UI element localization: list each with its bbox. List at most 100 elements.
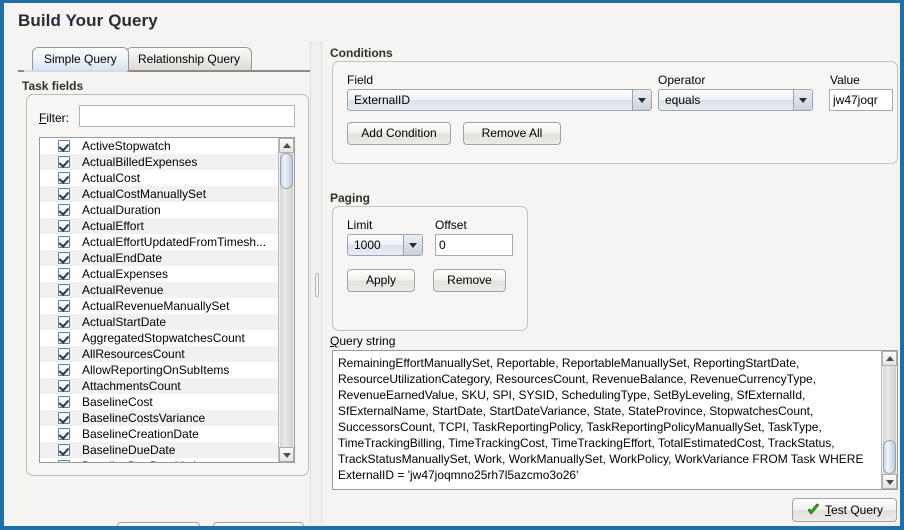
task-field-row[interactable]: BaselineCreationDate xyxy=(40,426,279,442)
task-field-row[interactable]: ActualDuration xyxy=(40,202,279,218)
task-field-label: ActualDuration xyxy=(82,202,161,218)
query-string-label: Query string xyxy=(330,334,395,348)
task-field-checkbox[interactable] xyxy=(58,380,70,392)
task-field-checkbox[interactable] xyxy=(58,428,70,440)
task-field-row[interactable]: ActualRevenue xyxy=(40,282,279,298)
paging-group-label: Paging xyxy=(330,191,370,205)
task-field-row[interactable]: BaselineCost xyxy=(40,394,279,410)
task-field-checkbox[interactable] xyxy=(58,188,70,200)
task-field-checkbox[interactable] xyxy=(58,156,70,168)
task-field-row[interactable]: AttachmentsCount xyxy=(40,378,279,394)
tab-relationship-query[interactable]: Relationship Query xyxy=(126,47,252,71)
scrollbar-thumb[interactable] xyxy=(883,440,896,474)
application-window: Build Your Query Simple Query Relationsh… xyxy=(0,0,904,530)
limit-label: Limit xyxy=(347,218,372,232)
task-field-label: ActualStartDate xyxy=(82,314,166,330)
task-field-checkbox[interactable] xyxy=(58,220,70,232)
task-field-checkbox[interactable] xyxy=(58,316,70,328)
test-query-button[interactable]: Test Query xyxy=(792,498,897,522)
remove-all-conditions-button[interactable]: Remove All xyxy=(463,122,561,145)
task-field-label: ActualEffortUpdatedFromTimesh... xyxy=(82,234,266,250)
task-field-row[interactable]: BaselineDueDate xyxy=(40,442,279,458)
task-field-row[interactable]: ActualEffortUpdatedFromTimesh... xyxy=(40,234,279,250)
task-field-row[interactable]: ActualEffort xyxy=(40,218,279,234)
task-field-row[interactable]: ActualRevenueManuallySet xyxy=(40,298,279,314)
remove-all-fields-button[interactable]: Remove All xyxy=(213,522,304,530)
task-field-checkbox[interactable] xyxy=(58,204,70,216)
task-field-checkbox[interactable] xyxy=(58,348,70,360)
task-field-label: BaselineDueDateVariance xyxy=(82,458,222,462)
task-field-checkbox[interactable] xyxy=(58,268,70,280)
scroll-up-arrow-icon[interactable] xyxy=(882,351,897,366)
task-field-row[interactable]: BaselineCostsVariance xyxy=(40,410,279,426)
field-select[interactable]: ExternalID xyxy=(347,89,652,111)
task-field-checkbox[interactable] xyxy=(58,412,70,424)
task-field-label: BaselineDueDate xyxy=(82,442,175,458)
field-label: Field xyxy=(347,73,373,87)
operator-label: Operator xyxy=(658,73,705,87)
chevron-down-icon[interactable] xyxy=(793,90,812,110)
task-field-label: AllowReportingOnSubItems xyxy=(82,362,229,378)
task-field-row[interactable]: AllowReportingOnSubItems xyxy=(40,362,279,378)
select-all-button[interactable]: Select All xyxy=(117,522,200,530)
task-field-checkbox[interactable] xyxy=(58,236,70,248)
limit-select[interactable]: 1000 xyxy=(347,234,423,256)
task-field-checkbox[interactable] xyxy=(58,172,70,184)
task-field-row[interactable]: ActualBilledExpenses xyxy=(40,154,279,170)
query-string-text: RemainingEffortManuallySet, Reportable, … xyxy=(338,355,876,483)
add-condition-button[interactable]: Add Condition xyxy=(347,122,451,145)
task-field-row[interactable]: BaselineDueDateVariance xyxy=(40,458,279,462)
task-field-row[interactable]: AllResourcesCount xyxy=(40,346,279,362)
task-field-label: ActualEffort xyxy=(82,218,144,234)
task-field-label: ActiveStopwatch xyxy=(82,138,171,154)
offset-input[interactable] xyxy=(435,234,513,256)
task-field-label: BaselineCreationDate xyxy=(82,426,199,442)
value-input[interactable] xyxy=(829,89,893,111)
tab-simple-query[interactable]: Simple Query xyxy=(32,47,129,71)
apply-paging-button[interactable]: Apply xyxy=(347,269,415,292)
conditions-group-label: Conditions xyxy=(330,46,393,60)
task-field-label: BaselineCostsVariance xyxy=(82,410,205,426)
task-field-checkbox[interactable] xyxy=(58,300,70,312)
filter-label: Filter: xyxy=(39,111,69,125)
remove-paging-button[interactable]: Remove xyxy=(433,269,506,292)
task-field-label: AllResourcesCount xyxy=(82,346,185,362)
task-fields-list[interactable]: ActiveStopwatchActualBilledExpensesActua… xyxy=(39,137,295,463)
task-field-checkbox[interactable] xyxy=(58,364,70,376)
query-string-textarea[interactable]: RemainingEffortManuallySet, Reportable, … xyxy=(332,350,898,490)
task-field-checkbox[interactable] xyxy=(58,140,70,152)
task-field-row[interactable]: ActualCostManuallySet xyxy=(40,186,279,202)
scrollbar-track[interactable] xyxy=(280,153,293,447)
conditions-group: Field ExternalID Operator equals Value A… xyxy=(332,61,898,164)
chevron-down-icon[interactable] xyxy=(632,90,651,110)
scroll-up-arrow-icon[interactable] xyxy=(279,138,294,153)
task-field-label: ActualExpenses xyxy=(82,266,168,282)
chevron-down-icon[interactable] xyxy=(403,235,422,255)
query-string-scrollbar[interactable] xyxy=(881,351,897,489)
task-field-row[interactable]: ActualStartDate xyxy=(40,314,279,330)
scroll-down-arrow-icon[interactable] xyxy=(882,474,897,489)
task-field-checkbox[interactable] xyxy=(58,284,70,296)
offset-label: Offset xyxy=(435,218,467,232)
splitter-grip-icon[interactable] xyxy=(315,273,319,297)
task-field-checkbox[interactable] xyxy=(58,332,70,344)
task-field-row[interactable]: ActualExpenses xyxy=(40,266,279,282)
filter-input[interactable] xyxy=(79,105,295,127)
task-field-row[interactable]: ActualCost xyxy=(40,170,279,186)
task-field-checkbox[interactable] xyxy=(58,252,70,264)
task-field-row[interactable]: ActiveStopwatch xyxy=(40,138,279,154)
scroll-down-arrow-icon[interactable] xyxy=(279,447,294,462)
scrollbar-track[interactable] xyxy=(883,366,896,474)
task-fields-scrollbar[interactable] xyxy=(278,138,294,462)
window-content: Build Your Query Simple Query Relationsh… xyxy=(4,3,900,526)
task-field-checkbox[interactable] xyxy=(58,460,70,462)
task-field-checkbox[interactable] xyxy=(58,444,70,456)
task-field-row[interactable]: ActualEndDate xyxy=(40,250,279,266)
scrollbar-thumb[interactable] xyxy=(280,153,293,189)
task-field-checkbox[interactable] xyxy=(58,396,70,408)
paging-group: Limit 1000 Offset Apply Remove xyxy=(332,206,528,331)
task-field-row[interactable]: AggregatedStopwatchesCount xyxy=(40,330,279,346)
task-field-label: ActualRevenue xyxy=(82,282,163,298)
pane-splitter[interactable] xyxy=(310,41,322,523)
operator-select[interactable]: equals xyxy=(658,89,813,111)
